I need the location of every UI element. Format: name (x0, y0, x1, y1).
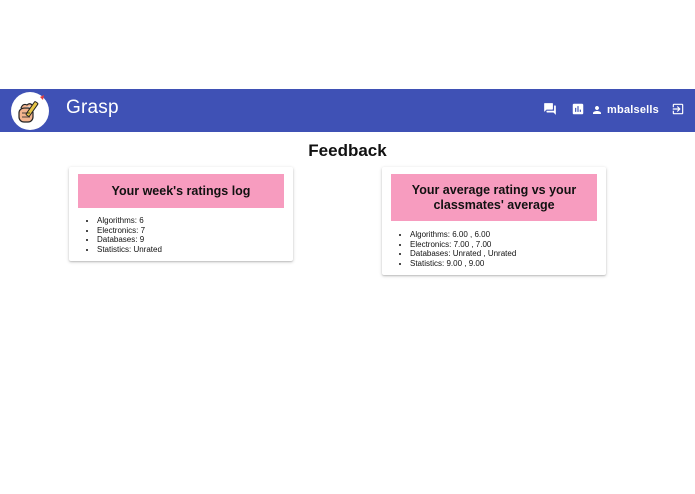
list-item: Databases: 9 (97, 235, 162, 245)
bar-chart-icon[interactable] (571, 102, 587, 118)
average-rating-card: Your average rating vs your classmates' … (382, 167, 606, 275)
list-item: Algorithms: 6.00 , 6.00 (410, 230, 516, 240)
app-header: Grasp mbalsells (0, 89, 695, 132)
app-title[interactable]: Grasp (66, 97, 119, 119)
average-list: Algorithms: 6.00 , 6.00 Electronics: 7.0… (391, 230, 516, 268)
card-title: Your average rating vs your classmates' … (391, 174, 597, 221)
ratings-list: Algorithms: 6 Electronics: 7 Databases: … (78, 216, 162, 254)
card-title: Your week's ratings log (78, 174, 284, 208)
page-title: Feedback (308, 141, 387, 160)
chat-icon[interactable] (543, 102, 559, 118)
logout-icon[interactable] (671, 102, 687, 118)
list-item: Electronics: 7 (97, 226, 162, 236)
person-icon (591, 104, 603, 116)
list-item: Electronics: 7.00 , 7.00 (410, 240, 516, 250)
list-item: Statistics: 9.00 , 9.00 (410, 259, 516, 269)
list-item: Algorithms: 6 (97, 216, 162, 226)
username-label: mbalsells (607, 104, 659, 116)
list-item: Databases: Unrated , Unrated (410, 249, 516, 259)
list-item: Statistics: Unrated (97, 245, 162, 255)
weekly-ratings-card: Your week's ratings log Algorithms: 6 El… (69, 167, 293, 261)
user-menu-button[interactable]: mbalsells (591, 101, 659, 119)
grasp-logo[interactable] (10, 91, 50, 131)
